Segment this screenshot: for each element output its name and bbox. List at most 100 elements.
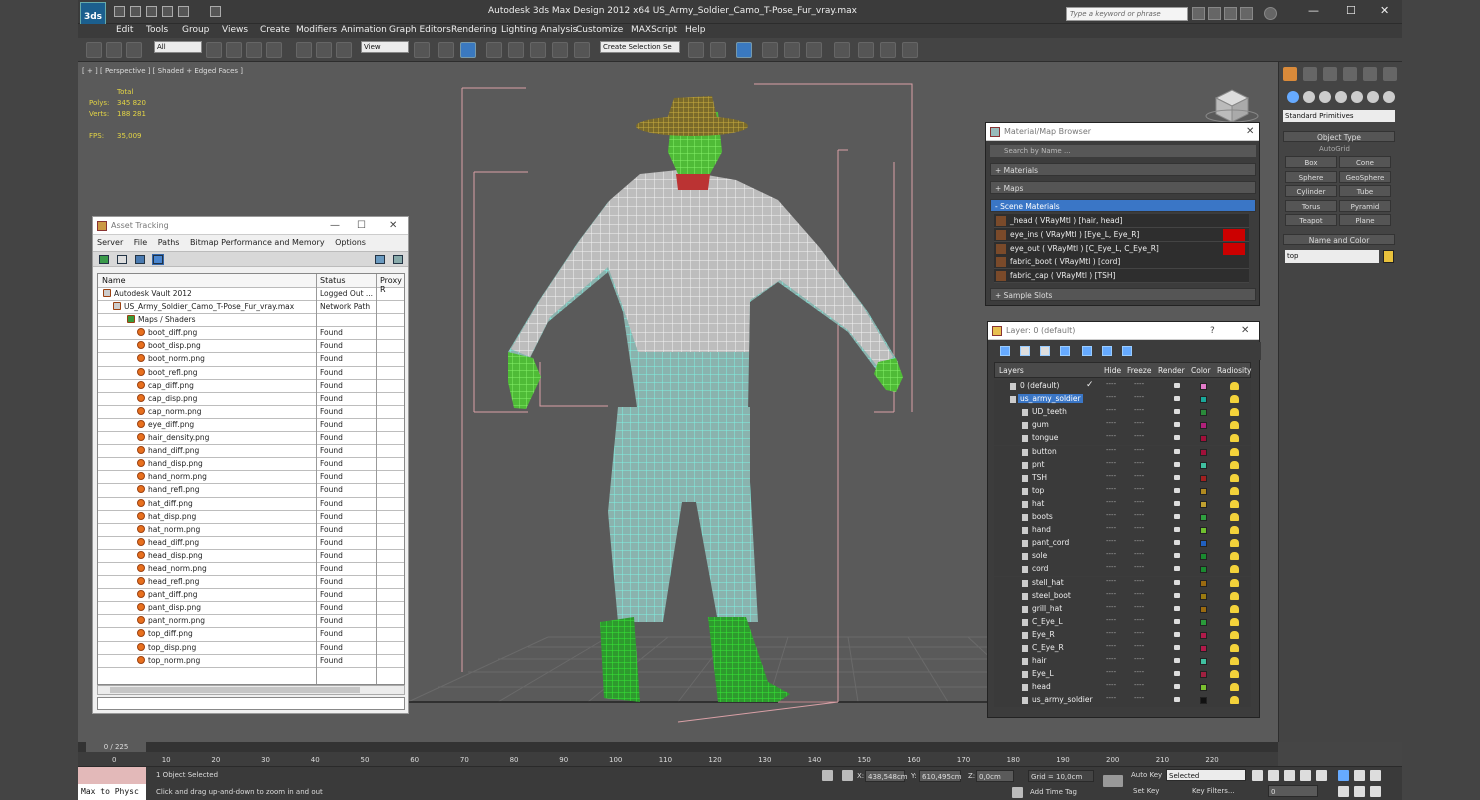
radiosity-icon[interactable]: [1230, 657, 1239, 666]
render-teapot-icon[interactable]: [1174, 396, 1180, 402]
layer-color-swatch[interactable]: [1200, 697, 1207, 705]
render-teapot-icon[interactable]: [1174, 527, 1180, 533]
layer-color-swatch[interactable]: [1200, 579, 1207, 587]
asset-row[interactable]: top_disp.png Found: [98, 642, 404, 655]
layer-row[interactable]: pnt ---- ----: [994, 458, 1251, 472]
radiosity-icon[interactable]: [1230, 617, 1239, 626]
help-icon[interactable]: [1264, 7, 1277, 20]
asset-row[interactable]: top_norm.png Found: [98, 655, 404, 668]
layer-color-swatch[interactable]: [1200, 540, 1207, 548]
redo-icon[interactable]: [178, 6, 189, 17]
render-teapot-icon[interactable]: [1174, 553, 1180, 559]
layer-row[interactable]: cord ---- ----: [994, 563, 1251, 577]
sample-slots-group[interactable]: + Sample Slots: [990, 288, 1256, 301]
asset-help-icon[interactable]: [375, 255, 385, 264]
hide-toggle[interactable]: ----: [1106, 485, 1116, 493]
freeze-toggle[interactable]: ----: [1134, 694, 1144, 702]
freeze-toggle[interactable]: ----: [1134, 511, 1144, 519]
hide-toggle[interactable]: ----: [1106, 380, 1116, 388]
asset-close-button[interactable]: ✕: [389, 217, 397, 235]
render-teapot-icon[interactable]: [1174, 566, 1180, 572]
menu-tools[interactable]: Tools: [146, 25, 168, 35]
scene-materials-group[interactable]: - Scene Materials: [990, 199, 1256, 212]
radiosity-icon[interactable]: [1230, 578, 1239, 587]
maxscript-mini-listener[interactable]: Max to Physc: [78, 784, 146, 800]
radiosity-icon[interactable]: [1230, 670, 1239, 679]
render-teapot-icon[interactable]: [1174, 684, 1180, 690]
freeze-toggle[interactable]: ----: [1134, 590, 1144, 598]
asset-row[interactable]: boot_diff.png Found: [98, 327, 404, 341]
radiosity-icon[interactable]: [1230, 696, 1239, 705]
zoom-all-icon[interactable]: [1354, 770, 1365, 781]
render-teapot-icon[interactable]: [1174, 631, 1180, 637]
cameras-icon[interactable]: [1335, 91, 1347, 103]
hide-toggle[interactable]: ----: [1106, 642, 1116, 650]
selection-filter-dropdown[interactable]: All: [154, 41, 202, 53]
radiosity-icon[interactable]: [1230, 539, 1239, 548]
previous-frame-icon[interactable]: [1268, 770, 1279, 781]
asset-row[interactable]: US_Army_Soldier_Camo_T-Pose_Fur_vray.max…: [98, 301, 404, 315]
layer-manager-titlebar[interactable]: Layer: 0 (default) ? ✕: [988, 322, 1259, 340]
layer-color-swatch[interactable]: [1200, 527, 1207, 535]
radiosity-icon[interactable]: [1230, 421, 1239, 430]
sphere-button[interactable]: Sphere: [1285, 171, 1337, 183]
layer-row[interactable]: 0 (default) ✓ ---- ----: [994, 380, 1251, 394]
freeze-toggle[interactable]: ----: [1134, 406, 1144, 414]
radiosity-icon[interactable]: [1230, 395, 1239, 404]
materials-group[interactable]: + Materials: [990, 163, 1256, 176]
render-teapot-icon[interactable]: [1174, 514, 1180, 519]
hide-toggle[interactable]: ----: [1106, 681, 1116, 689]
layer-color-swatch[interactable]: [1200, 448, 1207, 456]
layer-row[interactable]: tongue ---- ----: [994, 432, 1251, 446]
goto-end-icon[interactable]: [1316, 770, 1327, 781]
list-view-icon[interactable]: [117, 255, 127, 264]
layer-row[interactable]: steel_boot ---- ----: [994, 589, 1251, 603]
freeze-toggle[interactable]: ----: [1134, 393, 1144, 401]
render-teapot-icon[interactable]: [1174, 435, 1180, 441]
hide-toggle[interactable]: ----: [1106, 590, 1116, 598]
render-teapot-icon[interactable]: [1174, 658, 1180, 664]
unlink-icon[interactable]: [106, 42, 122, 58]
menu-help[interactable]: Help: [685, 25, 706, 35]
radiosity-icon[interactable]: [1230, 408, 1239, 417]
freeze-toggle[interactable]: ----: [1134, 537, 1144, 545]
layer-color-swatch[interactable]: [1200, 487, 1207, 495]
freeze-toggle[interactable]: ----: [1134, 642, 1144, 650]
maxscript-listener-output[interactable]: [78, 767, 146, 784]
layer-color-swatch[interactable]: [1200, 631, 1207, 639]
search-input[interactable]: Type a keyword or phrase: [1066, 7, 1188, 21]
named-selection-dropdown[interactable]: Create Selection Se: [600, 41, 680, 53]
asset-minimize-button[interactable]: —: [330, 217, 340, 235]
key-selection-dropdown[interactable]: Selected: [1166, 769, 1246, 781]
vault-icon[interactable]: [393, 255, 403, 264]
col-status[interactable]: Status: [320, 276, 346, 285]
render-teapot-icon[interactable]: [1174, 422, 1180, 428]
radiosity-icon[interactable]: [1230, 513, 1239, 521]
freeze-toggle[interactable]: ----: [1134, 655, 1144, 663]
render-teapot-icon[interactable]: [1174, 409, 1180, 415]
asset-path-field[interactable]: [97, 697, 405, 710]
torus-button[interactable]: Torus: [1285, 200, 1337, 212]
render-teapot-icon[interactable]: [1174, 383, 1180, 388]
render-teapot-icon[interactable]: [1174, 579, 1180, 585]
binoculars-icon[interactable]: [1192, 7, 1205, 20]
menu-create[interactable]: Create: [260, 25, 290, 35]
layer-color-swatch[interactable]: [1200, 566, 1207, 574]
percent-snap-icon[interactable]: [530, 42, 546, 58]
hide-toggle[interactable]: ----: [1106, 577, 1116, 585]
lights-icon[interactable]: [1319, 91, 1331, 103]
hide-toggle[interactable]: ----: [1106, 446, 1116, 454]
layer-close-button[interactable]: ✕: [1241, 322, 1249, 340]
hide-toggle[interactable]: ----: [1106, 616, 1116, 624]
time-slider[interactable]: 0 / 225: [78, 742, 1278, 752]
freeze-all-icon[interactable]: [1122, 346, 1132, 356]
modify-tab-icon[interactable]: [1303, 67, 1317, 81]
asset-row[interactable]: boot_refl.png Found: [98, 367, 404, 380]
layer-color-swatch[interactable]: [1200, 553, 1207, 561]
layer-row[interactable]: button ---- ----: [994, 445, 1251, 459]
radiosity-icon[interactable]: [1230, 591, 1239, 600]
hide-toggle[interactable]: ----: [1106, 524, 1116, 532]
lock-icon[interactable]: [822, 770, 833, 781]
primitive-type-dropdown[interactable]: Standard Primitives: [1283, 110, 1395, 122]
render-teapot-icon[interactable]: [1174, 592, 1180, 598]
